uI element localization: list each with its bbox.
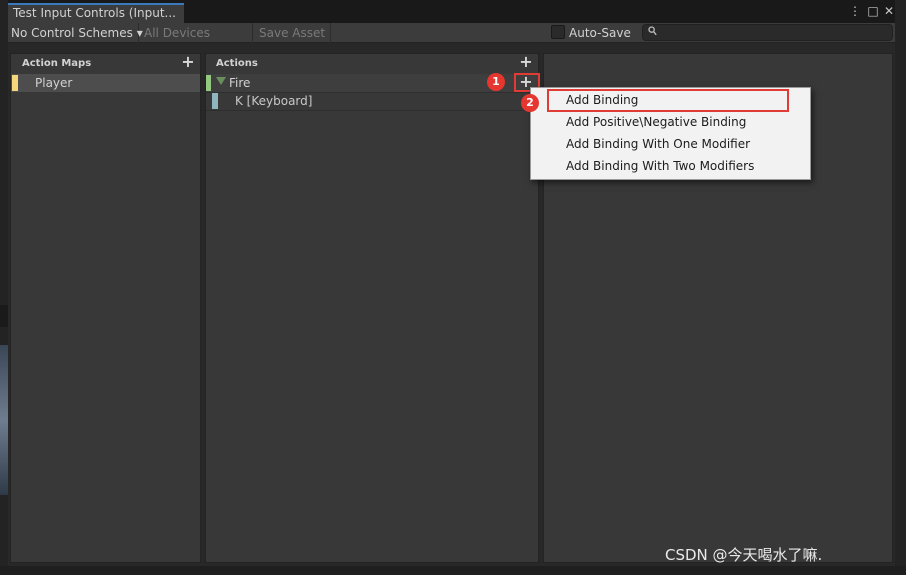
menu-item-add-positive-negative-binding[interactable]: Add Positive\Negative Binding bbox=[566, 113, 746, 131]
binding-item-k-keyboard[interactable]: K [Keyboard] bbox=[235, 94, 312, 108]
action-color-swatch bbox=[206, 75, 211, 91]
watermark: CSDN @今天喝水了嘛. bbox=[665, 546, 823, 564]
window-tab-title: Test Input Controls (Input... bbox=[13, 6, 176, 20]
row-divider bbox=[206, 92, 538, 93]
background-bottom bbox=[0, 566, 906, 575]
auto-save-checkbox[interactable] bbox=[551, 25, 565, 39]
action-maps-panel bbox=[10, 53, 201, 563]
action-label: Fire bbox=[229, 76, 251, 90]
more-options-icon[interactable]: ⋮ bbox=[848, 4, 862, 18]
save-asset-button[interactable]: Save Asset bbox=[256, 23, 331, 43]
annotation-highlight-add-binding bbox=[547, 89, 789, 112]
control-schemes-dropdown[interactable]: No Control Schemes ▾ bbox=[8, 23, 143, 43]
actions-panel bbox=[205, 53, 539, 563]
action-map-label: Player bbox=[35, 76, 73, 90]
devices-dropdown[interactable]: All Devices bbox=[141, 23, 253, 43]
actions-header: Actions bbox=[216, 58, 258, 69]
menu-item-add-binding-two-modifiers[interactable]: Add Binding With Two Modifiers bbox=[566, 157, 754, 175]
menu-item-add-binding-one-modifier[interactable]: Add Binding With One Modifier bbox=[566, 135, 750, 153]
search-input[interactable] bbox=[642, 24, 893, 41]
annotation-marker-1: 1 bbox=[487, 73, 505, 91]
add-action-map-icon[interactable]: + bbox=[181, 54, 195, 70]
maximize-icon[interactable]: □ bbox=[866, 4, 880, 18]
binding-color-swatch bbox=[212, 93, 218, 109]
expand-caret-icon[interactable] bbox=[216, 77, 226, 85]
action-maps-header: Action Maps bbox=[22, 58, 92, 69]
add-action-icon[interactable]: + bbox=[519, 54, 533, 70]
search-icon bbox=[648, 26, 658, 38]
background-scene-fragment bbox=[0, 345, 8, 495]
close-icon[interactable]: ✕ bbox=[882, 4, 896, 18]
background-right bbox=[895, 0, 906, 575]
row-divider bbox=[206, 110, 538, 111]
action-map-color-swatch bbox=[12, 75, 18, 91]
annotation-marker-2: 2 bbox=[521, 94, 539, 112]
auto-save-label: Auto-Save bbox=[569, 26, 631, 40]
control-schemes-label: No Control Schemes bbox=[11, 26, 133, 40]
background-left-strip bbox=[0, 305, 8, 327]
